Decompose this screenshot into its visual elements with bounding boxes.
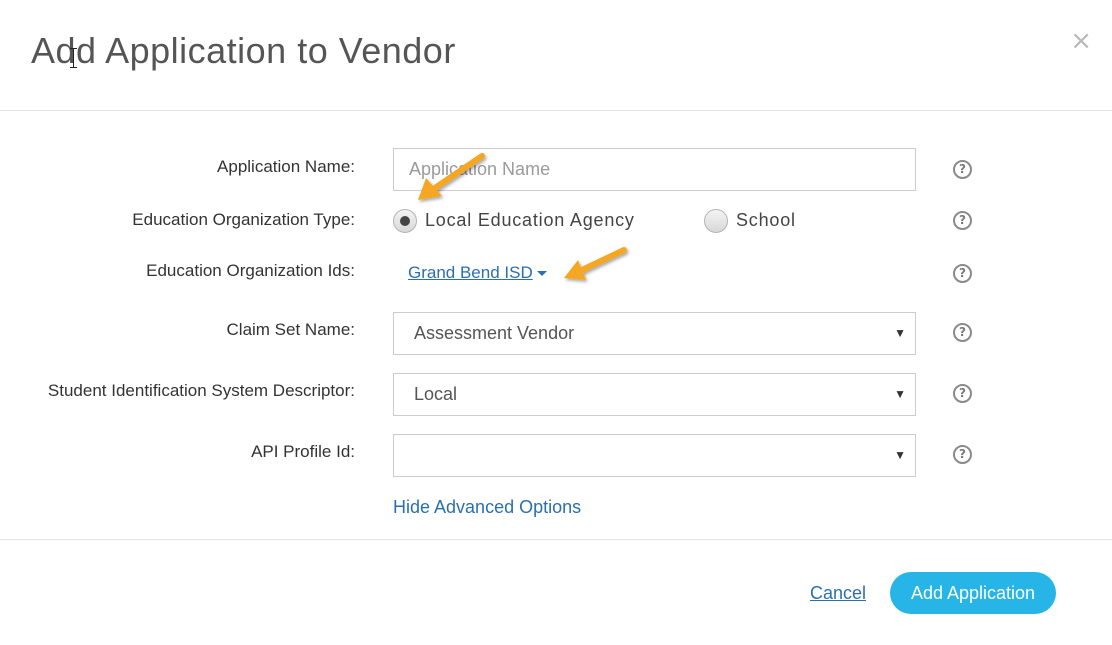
help-icon[interactable]: ? — [953, 211, 972, 230]
help-icon[interactable]: ? — [953, 323, 972, 342]
student-id-descriptor-label: Student Identification System Descriptor… — [47, 381, 355, 400]
radio-unchecked-icon[interactable] — [704, 209, 728, 233]
education-org-ids-selected: Grand Bend ISD — [408, 263, 533, 282]
education-org-ids-label: Education Organization Ids: — [146, 261, 355, 280]
api-profile-id-label: API Profile Id: — [251, 442, 355, 461]
chevron-down-icon: ▼ — [894, 326, 906, 340]
application-name-input[interactable] — [393, 148, 916, 191]
dialog-footer: Cancel Add Application — [0, 540, 1112, 645]
help-icon[interactable]: ? — [953, 160, 972, 179]
add-application-button[interactable]: Add Application — [890, 572, 1056, 614]
student-id-descriptor-select[interactable]: Local ▼ — [393, 373, 916, 416]
caret-down-icon — [536, 271, 547, 277]
chevron-down-icon: ▼ — [894, 448, 906, 462]
dialog-header: Add Application to Vendor × — [0, 0, 1112, 111]
help-icon[interactable]: ? — [953, 264, 972, 283]
chevron-down-icon: ▼ — [894, 387, 906, 401]
radio-label-school: School — [736, 210, 796, 230]
student-id-descriptor-value: Local — [414, 384, 458, 404]
add-application-dialog: Add Application to Vendor × Application … — [0, 0, 1112, 645]
cancel-button[interactable]: Cancel — [810, 583, 866, 604]
radio-label-local-education-agency: Local Education Agency — [425, 210, 635, 230]
claim-set-name-label: Claim Set Name: — [226, 320, 355, 339]
help-icon[interactable]: ? — [953, 445, 972, 464]
education-org-ids-dropdown[interactable]: Grand Bend ISD — [408, 263, 547, 283]
radio-checked-icon[interactable] — [393, 209, 417, 233]
application-name-label: Application Name: — [217, 157, 355, 176]
api-profile-id-select[interactable]: ▼ — [393, 434, 916, 477]
dialog-body: Application Name: ? Education Organizati… — [0, 111, 1112, 540]
radio-local-education-agency[interactable]: Local Education Agency — [393, 209, 653, 235]
close-icon[interactable]: × — [1070, 28, 1092, 54]
dialog-title: Add Application to Vendor — [31, 30, 456, 71]
claim-set-name-select[interactable]: Assessment Vendor ▼ — [393, 312, 916, 355]
help-icon[interactable]: ? — [953, 384, 972, 403]
claim-set-name-value: Assessment Vendor — [414, 323, 575, 343]
text-cursor-icon — [70, 48, 77, 68]
education-org-type-label: Education Organization Type: — [132, 210, 355, 229]
radio-school[interactable]: School — [704, 209, 814, 235]
hide-advanced-options-link[interactable]: Hide Advanced Options — [393, 497, 581, 518]
